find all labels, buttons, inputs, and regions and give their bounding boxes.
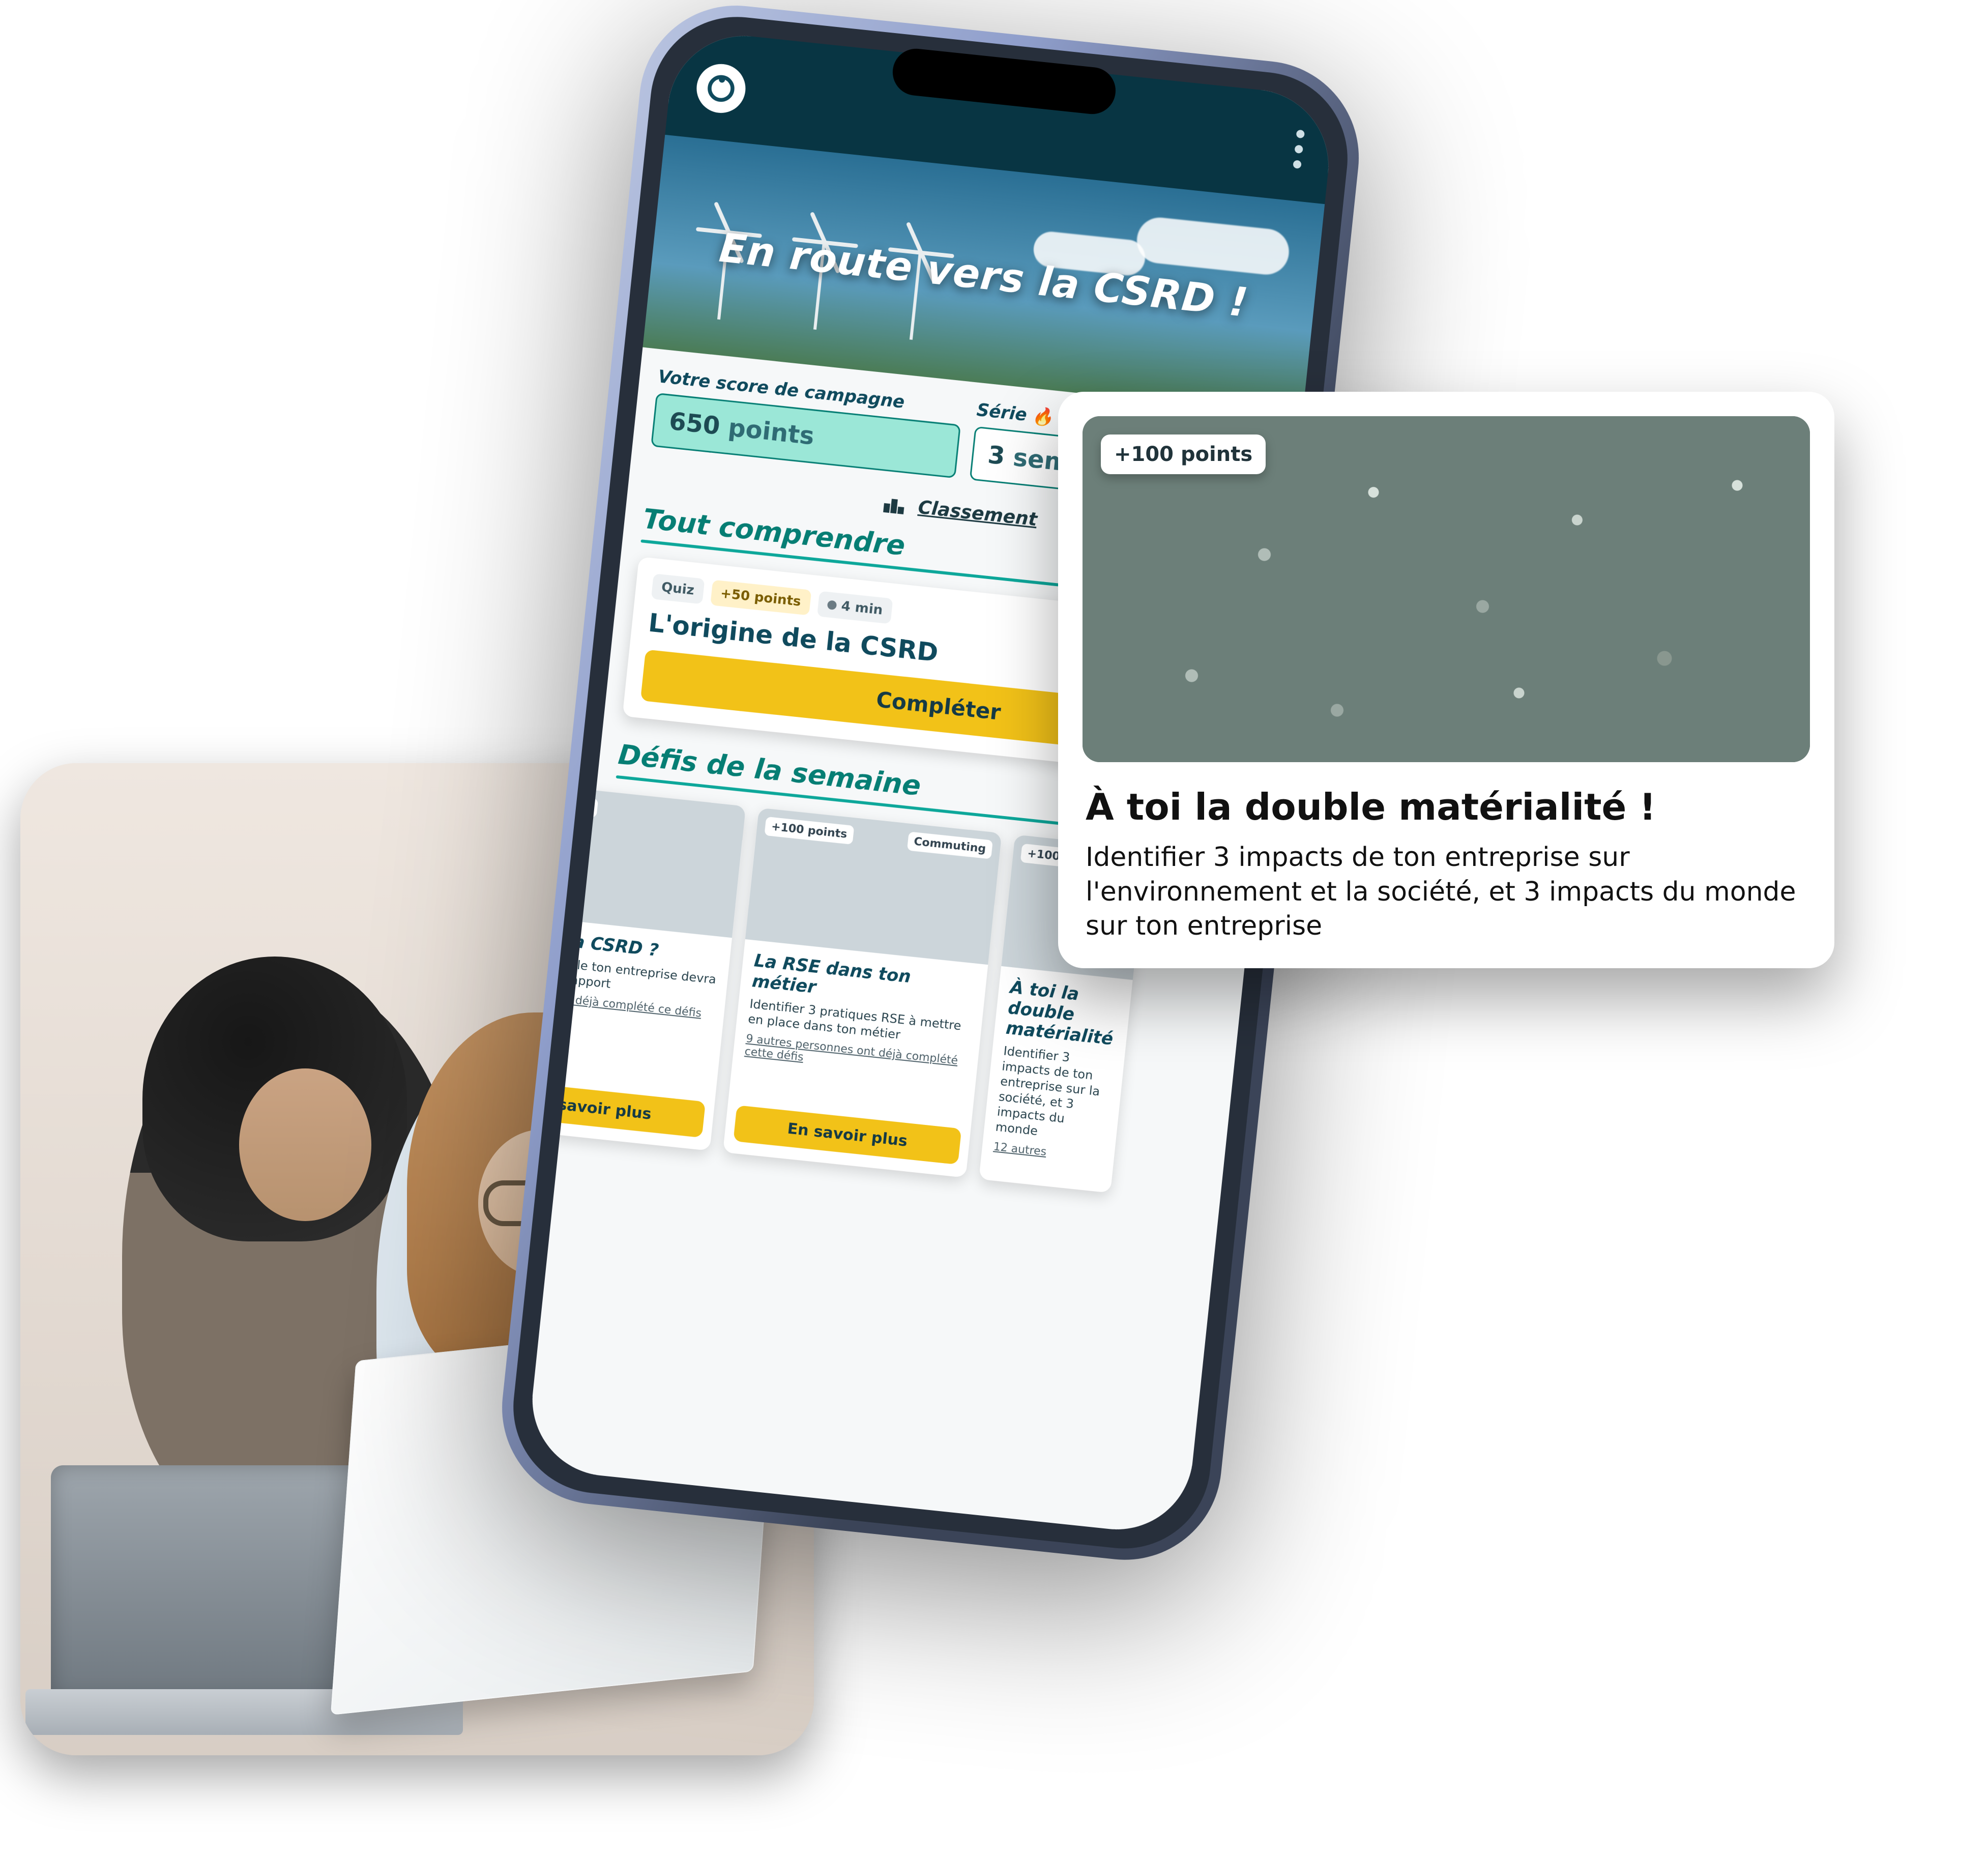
challenge-image: +100 points Commuting <box>745 807 1002 965</box>
pill-duration: 4 min <box>817 591 893 624</box>
popout-title: À toi la double matérialité ! <box>1086 786 1807 828</box>
popout-cover-image: +100 points <box>1083 416 1810 762</box>
clock-icon <box>827 600 837 610</box>
score-unit: points <box>727 413 815 450</box>
challenge-title: À toi la double matérialité <box>1005 977 1120 1050</box>
popout-desc: Identifier 3 impacts de ton entreprise s… <box>1086 841 1807 944</box>
pill-points: +50 points <box>710 580 811 615</box>
leaderboard-icon <box>880 494 909 516</box>
streak-value: 3 <box>986 441 1006 471</box>
fire-icon: 🔥 <box>1031 405 1054 428</box>
score-value: 650 <box>668 407 722 441</box>
pill-type: Quiz <box>651 573 705 604</box>
streak-label-text: Série <box>976 400 1028 425</box>
challenge-popout-card[interactable]: +100 points À toi la double matérialité … <box>1058 392 1834 968</box>
tag-badge: Commuting <box>907 831 993 859</box>
points-badge: +100 points <box>764 817 854 845</box>
challenge-card[interactable]: +100 points Commuting La RSE dans ton mé… <box>723 807 1002 1177</box>
ranking-link-text[interactable]: Classement <box>917 497 1038 530</box>
app-logo-icon[interactable] <box>694 62 748 115</box>
points-badge: +100 points <box>1101 434 1266 474</box>
pill-duration-text: 4 min <box>840 598 883 618</box>
challenge-desc: Identifier 3 impacts de ton entreprise s… <box>995 1043 1114 1146</box>
overflow-menu-icon[interactable] <box>1293 130 1305 169</box>
